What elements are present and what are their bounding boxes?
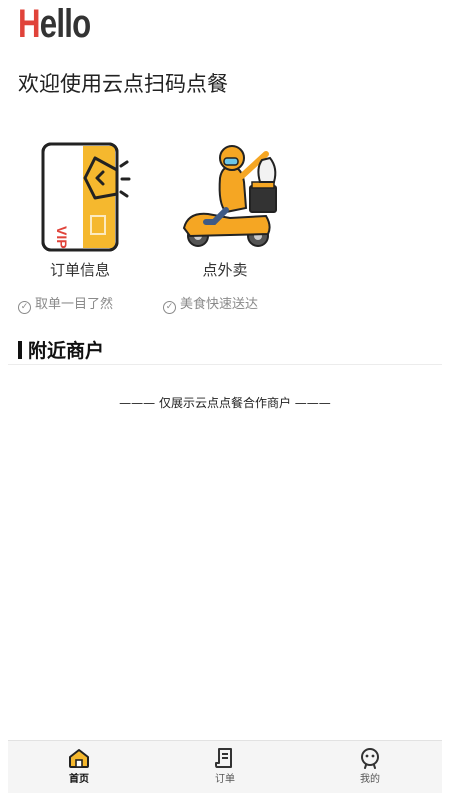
welcome-text: 欢迎使用云点扫码点餐 <box>18 72 228 96</box>
order-icon <box>215 748 232 768</box>
tab-label: 订单 <box>215 774 235 785</box>
section-title-nearby: 附近商户 <box>18 336 104 363</box>
check-circle-icon: ✓ <box>163 301 176 314</box>
section-bar <box>18 341 22 359</box>
takeout-card[interactable]: 点外卖 ✓ 美食快速送达 <box>155 138 295 314</box>
home-icon <box>69 749 89 768</box>
tab-orders[interactable]: 订单 <box>195 747 255 785</box>
bottom-tab-bar: 首页 订单 我的 <box>8 740 442 793</box>
card-subtitle: ✓ 美食快速送达 <box>163 293 258 314</box>
tab-profile[interactable]: 我的 <box>340 747 400 785</box>
tab-home[interactable]: 首页 <box>49 747 109 785</box>
feature-cards: VIP 订单信息 ✓ 取单一目了然 点外卖 ✓ 美食快速送达 <box>0 138 450 318</box>
partner-notice: ——— 仅展示云点点餐合作商户 ——— <box>119 396 331 410</box>
hello-logo: Hello <box>18 2 91 46</box>
card-title: 点外卖 <box>202 261 248 279</box>
card-subtitle: ✓ 取单一目了然 <box>18 293 113 314</box>
profile-icon <box>361 748 379 769</box>
card-title: 订单信息 <box>49 261 110 279</box>
divider <box>8 364 442 365</box>
order-info-card[interactable]: VIP 订单信息 ✓ 取单一目了然 <box>10 138 150 314</box>
delivery-scooter-icon <box>182 145 277 247</box>
check-circle-icon: ✓ <box>18 301 31 314</box>
vip-card-icon: VIP <box>41 142 131 252</box>
tab-label: 我的 <box>360 774 380 785</box>
tab-label: 首页 <box>69 774 89 785</box>
vip-label: VIP <box>54 226 70 249</box>
